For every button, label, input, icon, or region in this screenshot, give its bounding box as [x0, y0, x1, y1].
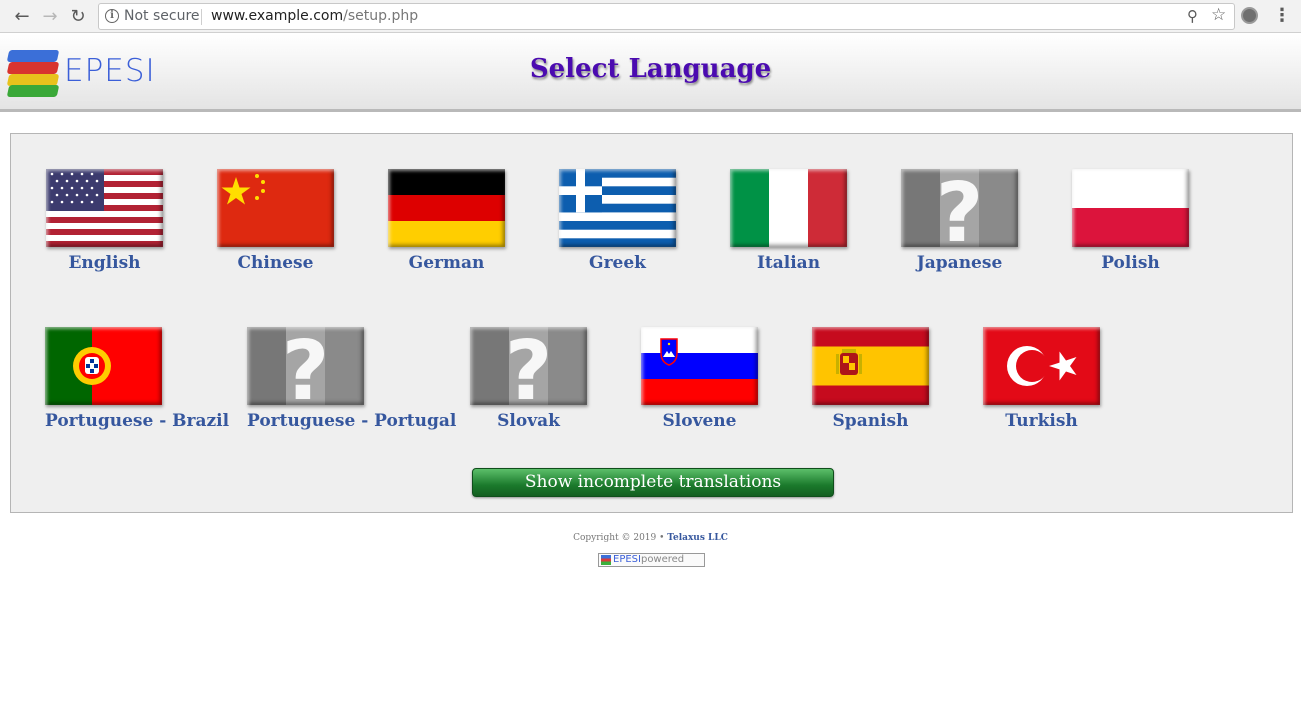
back-arrow-icon[interactable]: ← [11, 6, 33, 28]
language-portuguese-portugal[interactable]: ? Portuguese - Portugal [247, 327, 456, 431]
url-path: /setup.php [343, 8, 419, 24]
svg-text:?: ? [936, 169, 984, 247]
powered-brand: EPESI [613, 554, 641, 565]
language-portuguese-brazil[interactable]: Portuguese - Brazil [45, 327, 229, 431]
epesi-cube-icon [601, 555, 611, 565]
epesi-powered-badge[interactable]: EPESIpowered [598, 553, 705, 567]
language-label[interactable]: Slovak [469, 411, 588, 431]
poland-flag-icon [1072, 169, 1189, 247]
language-panel: English Chinese German Greek Italian ? J… [10, 133, 1293, 513]
italy-flag-icon [730, 169, 847, 247]
extension-icon[interactable] [1241, 7, 1258, 24]
slovenia-flag-icon [641, 327, 758, 405]
logo-underline [10, 98, 176, 101]
copyright-text: Copyright © 2019 • [573, 533, 665, 543]
spain-flag-icon [812, 327, 929, 405]
language-english[interactable]: English [45, 169, 164, 273]
language-italian[interactable]: Italian [729, 169, 848, 273]
language-label[interactable]: Portuguese - Portugal [247, 411, 456, 431]
browser-toolbar: ← → ↻ i Not secure www.example.com/setup… [0, 0, 1301, 33]
page-title: Select Language [529, 54, 772, 84]
language-label[interactable]: Polish [1071, 253, 1190, 273]
zoom-icon[interactable]: ⚲ [1187, 7, 1198, 25]
info-icon[interactable]: i [105, 9, 119, 23]
unknown-flag-icon: ? [470, 327, 587, 405]
language-german[interactable]: German [387, 169, 506, 273]
svg-text:?: ? [282, 327, 330, 405]
portugal-flag-icon [45, 327, 162, 405]
language-label[interactable]: Portuguese - Brazil [45, 411, 229, 431]
address-bar[interactable]: i Not secure www.example.com/setup.php ⚲… [98, 3, 1235, 30]
reload-icon[interactable]: ↻ [67, 6, 89, 28]
us-flag-icon [46, 169, 163, 247]
language-slovene[interactable]: Slovene [640, 327, 759, 431]
language-slovak[interactable]: ? Slovak [469, 327, 588, 431]
language-japanese[interactable]: ? Japanese [900, 169, 1019, 273]
language-label[interactable]: German [387, 253, 506, 273]
language-label[interactable]: Slovene [640, 411, 759, 431]
greece-flag-icon [559, 169, 676, 247]
language-label[interactable]: Greek [558, 253, 677, 273]
language-chinese[interactable]: Chinese [216, 169, 335, 273]
language-greek[interactable]: Greek [558, 169, 677, 273]
language-label[interactable]: Japanese [900, 253, 1019, 273]
show-incomplete-translations-button[interactable]: Show incomplete translations [472, 468, 834, 497]
copyright-line: Copyright © 2019 • Telaxus LLC [0, 533, 1301, 543]
url-text[interactable]: www.example.com/setup.php [211, 8, 418, 24]
bookmark-star-icon[interactable]: ☆ [1211, 5, 1226, 25]
language-label[interactable]: Spanish [811, 411, 930, 431]
company-link[interactable]: Telaxus LLC [667, 533, 728, 543]
url-host: www.example.com [211, 8, 344, 24]
language-label[interactable]: Chinese [216, 253, 335, 273]
security-label[interactable]: Not secure [124, 8, 200, 24]
germany-flag-icon [388, 169, 505, 247]
forward-arrow-icon[interactable]: → [39, 6, 61, 28]
omnibox-divider [201, 9, 202, 25]
unknown-flag-icon: ? [247, 327, 364, 405]
unknown-flag-icon: ? [901, 169, 1018, 247]
page-header: EPESI Select Language [0, 34, 1301, 112]
turkey-flag-icon [983, 327, 1100, 405]
svg-text:?: ? [505, 327, 553, 405]
language-turkish[interactable]: Turkish [982, 327, 1101, 431]
language-label[interactable]: Turkish [982, 411, 1101, 431]
language-label[interactable]: Italian [729, 253, 848, 273]
language-spanish[interactable]: Spanish [811, 327, 930, 431]
china-flag-icon [217, 169, 334, 247]
language-polish[interactable]: Polish [1071, 169, 1190, 273]
browser-menu-icon[interactable]: ⋮ [1273, 5, 1291, 26]
language-label[interactable]: English [45, 253, 164, 273]
powered-word: powered [640, 554, 685, 565]
